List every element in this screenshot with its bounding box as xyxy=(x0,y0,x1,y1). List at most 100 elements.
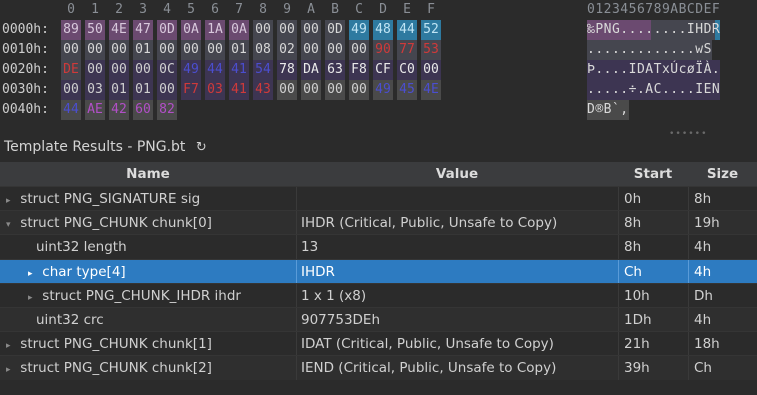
hex-byte[interactable]: 00 xyxy=(277,20,297,40)
hex-byte[interactable]: 01 xyxy=(133,80,153,100)
table-row-selected[interactable]: ▸ char type[4] IHDR Ch 4h xyxy=(0,258,757,283)
hex-byte[interactable]: 0A xyxy=(229,20,249,40)
hex-byte[interactable]: 78 xyxy=(277,60,297,80)
hex-byte[interactable]: 47 xyxy=(133,20,153,40)
ascii-text[interactable]: .....÷.AC....IEN xyxy=(587,80,721,100)
hex-byte[interactable]: 00 xyxy=(109,60,129,80)
hex-byte[interactable]: 00 xyxy=(349,80,369,100)
table-row[interactable]: uint32 length 13 8h 4h xyxy=(0,234,757,259)
hex-byte[interactable]: 01 xyxy=(133,40,153,60)
hex-row[interactable]: 0010h: 00 00 00 01 00 00 00 01 08 02 00 … xyxy=(0,40,757,60)
row-size: 18h xyxy=(694,336,720,353)
hex-byte[interactable]: 00 xyxy=(61,40,81,60)
hex-byte[interactable]: 00 xyxy=(157,40,177,60)
hex-byte[interactable]: 00 xyxy=(181,40,201,60)
column-header-value[interactable]: Value xyxy=(296,162,618,186)
hex-byte[interactable]: C0 xyxy=(397,60,417,80)
hex-byte[interactable]: 03 xyxy=(85,80,105,100)
hex-col-3: 3 xyxy=(139,2,147,17)
hex-byte[interactable]: 00 xyxy=(85,40,105,60)
hex-byte[interactable]: 0C xyxy=(157,60,177,80)
table-row[interactable]: ▸ struct PNG_CHUNK_IHDR ihdr 1 x 1 (x8) … xyxy=(0,282,757,307)
hex-byte[interactable]: 00 xyxy=(205,40,225,60)
hex-byte[interactable]: 00 xyxy=(253,20,273,40)
hex-byte[interactable]: 60 xyxy=(133,100,153,120)
hex-view[interactable]: 0000h: 0 1 2 3 4 5 6 7 8 9 A B C D E F 0… xyxy=(0,0,757,124)
hex-byte[interactable]: 54 xyxy=(253,60,273,80)
ascii-text[interactable]: Þ....IDATxÚcøÏÀ. xyxy=(587,60,721,80)
table-row[interactable]: ▾ struct PNG_CHUNK chunk[0] IHDR (Critic… xyxy=(0,210,757,235)
hex-byte[interactable]: 02 xyxy=(277,40,297,60)
hex-byte[interactable]: 41 xyxy=(229,80,249,100)
hex-byte[interactable]: 0D xyxy=(157,20,177,40)
hex-byte[interactable]: 01 xyxy=(229,40,249,60)
hex-byte[interactable]: 44 xyxy=(205,60,225,80)
hex-byte[interactable]: 00 xyxy=(133,60,153,80)
hex-byte[interactable]: 53 xyxy=(421,40,441,60)
hex-byte[interactable]: DE xyxy=(61,60,81,80)
hex-byte[interactable]: 41 xyxy=(229,60,249,80)
hex-byte[interactable]: 00 xyxy=(277,80,297,100)
hex-byte[interactable]: F7 xyxy=(181,80,201,100)
hex-byte[interactable]: 4E xyxy=(421,80,441,100)
hex-byte[interactable]: 63 xyxy=(325,60,345,80)
hex-byte[interactable]: DA xyxy=(301,60,321,80)
ascii-text[interactable]: .............wS xyxy=(587,40,712,60)
hex-byte[interactable]: 00 xyxy=(61,80,81,100)
hex-byte[interactable]: 0D xyxy=(325,20,345,40)
column-header-name[interactable]: Name xyxy=(0,162,296,186)
ascii-text[interactable]: ‰PNG........IHDR xyxy=(587,20,721,40)
hex-byte[interactable]: 0A xyxy=(181,20,201,40)
hex-byte[interactable]: 77 xyxy=(397,40,417,60)
row-value: IDAT (Critical, Public, Unsafe to Copy) xyxy=(301,336,554,353)
hex-byte[interactable]: 44 xyxy=(397,20,417,40)
table-row[interactable]: ▸ struct PNG_CHUNK chunk[1] IDAT (Critic… xyxy=(0,331,757,356)
template-results-table[interactable]: Name Value Start Size ▸ struct PNG_SIGNA… xyxy=(0,162,757,380)
hex-row[interactable]: 0040h: 44 AE 42 60 82 D®B`‚ xyxy=(0,100,757,120)
ascii-text[interactable]: D®B`‚ xyxy=(587,100,629,120)
column-header-start[interactable]: Start xyxy=(618,162,688,186)
hex-byte[interactable]: 52 xyxy=(421,20,441,40)
hex-byte[interactable]: 42 xyxy=(109,100,129,120)
hex-byte[interactable]: 00 xyxy=(157,80,177,100)
hex-byte[interactable]: F8 xyxy=(349,60,369,80)
hex-byte[interactable]: 45 xyxy=(397,80,417,100)
hex-byte[interactable]: 03 xyxy=(205,80,225,100)
hex-byte[interactable]: 00 xyxy=(349,40,369,60)
hex-byte[interactable]: 48 xyxy=(373,20,393,40)
hex-byte[interactable]: 00 xyxy=(325,80,345,100)
refresh-icon[interactable]: ↻ xyxy=(196,135,207,160)
hex-byte[interactable]: 44 xyxy=(61,100,81,120)
hex-byte[interactable]: 00 xyxy=(421,60,441,80)
hex-byte[interactable]: 49 xyxy=(349,20,369,40)
hex-byte[interactable]: 00 xyxy=(325,40,345,60)
hex-byte[interactable]: 43 xyxy=(253,80,273,100)
hex-row[interactable]: 0000h: 89 50 4E 47 0D 0A 1A 0A 00 00 00 … xyxy=(0,20,757,40)
hex-byte[interactable]: 50 xyxy=(85,20,105,40)
row-value: IHDR (Critical, Public, Unsafe to Copy) xyxy=(301,215,558,232)
hex-row[interactable]: 0030h: 00 03 01 01 00 F7 03 41 43 00 00 … xyxy=(0,80,757,100)
table-row[interactable]: uint32 crc 907753DEh 1Dh 4h xyxy=(0,306,757,332)
column-header-size[interactable]: Size xyxy=(688,162,757,186)
hex-byte[interactable]: 00 xyxy=(85,60,105,80)
hex-byte[interactable]: 00 xyxy=(301,20,321,40)
hex-byte[interactable]: AE xyxy=(85,100,105,120)
hex-byte[interactable]: CF xyxy=(373,60,393,80)
table-row[interactable]: ▸ struct PNG_SIGNATURE sig 0h 8h xyxy=(0,186,757,211)
hex-byte[interactable]: 90 xyxy=(373,40,393,60)
hex-byte[interactable]: 82 xyxy=(157,100,177,120)
hex-row[interactable]: 0020h: DE 00 00 00 0C 49 44 41 54 78 DA … xyxy=(0,60,757,80)
hex-byte[interactable]: 00 xyxy=(109,40,129,60)
hex-row-address: 0020h: xyxy=(2,62,49,77)
hex-byte[interactable]: 4E xyxy=(109,20,129,40)
hex-byte[interactable]: 89 xyxy=(61,20,81,40)
hex-byte[interactable]: 01 xyxy=(109,80,129,100)
hex-byte[interactable]: 49 xyxy=(181,60,201,80)
hex-byte[interactable]: 00 xyxy=(301,40,321,60)
hex-byte[interactable]: 49 xyxy=(373,80,393,100)
expand-triangle-icon[interactable]: ▸ xyxy=(6,358,16,382)
table-row[interactable]: ▸ struct PNG_CHUNK chunk[2] IEND (Critic… xyxy=(0,355,757,382)
hex-byte[interactable]: 1A xyxy=(205,20,225,40)
hex-byte[interactable]: 00 xyxy=(301,80,321,100)
hex-byte[interactable]: 08 xyxy=(253,40,273,60)
